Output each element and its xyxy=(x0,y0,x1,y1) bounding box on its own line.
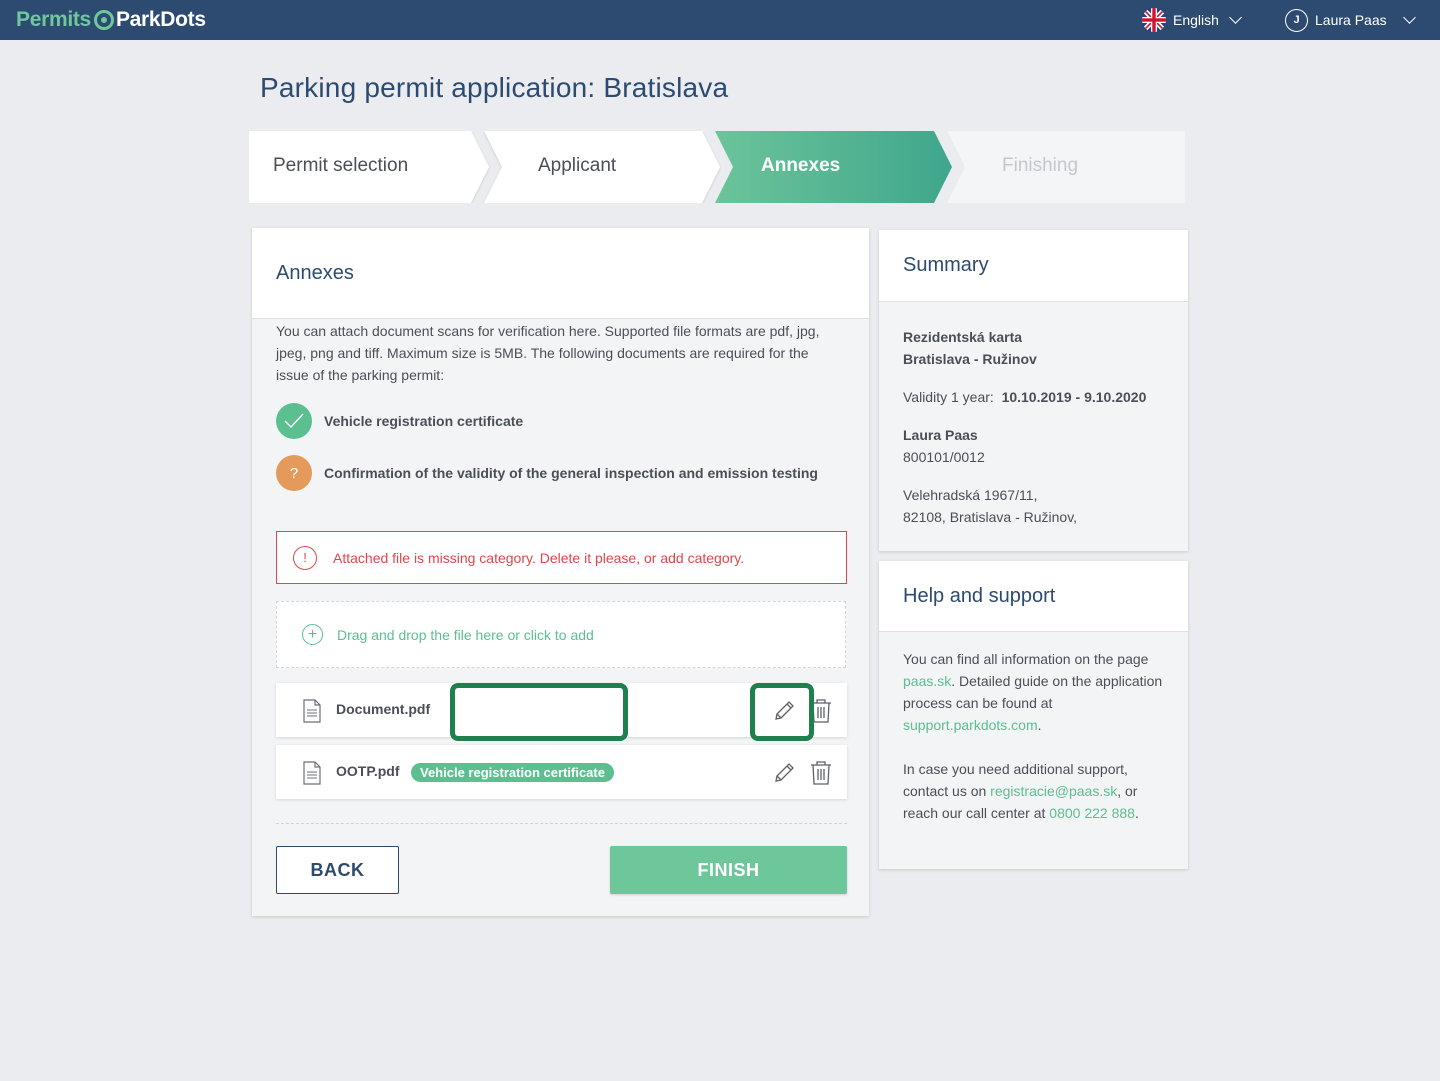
finish-button[interactable]: FINISH xyxy=(610,846,847,894)
pencil-icon[interactable] xyxy=(772,761,796,790)
chevron-down-icon xyxy=(1229,11,1242,24)
uk-flag-icon xyxy=(1142,8,1166,32)
email-link[interactable]: registracie@paas.sk xyxy=(990,783,1117,799)
document-icon xyxy=(303,699,321,728)
requirement-label: Vehicle registration certificate xyxy=(324,413,524,429)
question-icon: ? xyxy=(276,455,312,491)
user-name: Laura Paas xyxy=(1315,12,1387,28)
drop-zone-label: Drag and drop the file here or click to … xyxy=(337,626,594,643)
person-name: Laura Paas xyxy=(903,427,978,443)
edit-button-highlight[interactable] xyxy=(750,683,814,741)
language-label: English xyxy=(1173,12,1219,28)
validity-value: 10.10.2019 - 9.10.2020 xyxy=(1001,389,1147,405)
permit-zone: Bratislava - Ružinov xyxy=(903,351,1037,367)
help-text: You can find all information on the page xyxy=(903,651,1149,667)
error-message: Attached file is missing category. Delet… xyxy=(333,549,745,566)
annexes-title: Annexes xyxy=(252,228,869,319)
chevron-down-icon xyxy=(1402,11,1416,24)
error-alert: ! Attached file is missing category. Del… xyxy=(276,531,847,584)
help-paragraph-1: You can find all information on the page… xyxy=(903,648,1165,736)
validity-row: Validity 1 year: 10.10.2019 - 9.10.2020 xyxy=(903,386,1146,408)
help-text: . xyxy=(1037,717,1042,733)
file-name: Document.pdf xyxy=(336,701,431,717)
address-line-2: 82108, Bratislava - Ružinov, xyxy=(903,509,1078,525)
plus-circle-icon: + xyxy=(302,624,323,645)
permit-type: Rezidentská karta xyxy=(903,329,1023,345)
step-finishing: Finishing xyxy=(1002,155,1079,176)
category-tag: Vehicle registration certificate xyxy=(411,763,614,782)
file-row: OOTP.pdf Vehicle registration certificat… xyxy=(276,745,847,799)
category-input[interactable] xyxy=(450,683,628,741)
validity-label: Validity 1 year: xyxy=(903,389,994,405)
phone-link[interactable]: 0800 222 888 xyxy=(1049,805,1135,821)
requirement-label: Confirmation of the validity of the gene… xyxy=(324,465,818,481)
summary-title: Summary xyxy=(879,230,1188,302)
document-icon xyxy=(303,761,321,790)
logo-permits-text: Permits xyxy=(16,8,91,31)
divider xyxy=(276,823,847,824)
top-bar: Permits ParkDots English J Laura Paas xyxy=(0,0,1440,40)
paas-link[interactable]: paas.sk xyxy=(903,673,951,689)
progress-stepper: Permit selection Applicant Annexes Finis… xyxy=(249,131,1185,203)
avatar: J xyxy=(1285,8,1308,32)
requirement-item: ? Confirmation of the validity of the ge… xyxy=(276,455,824,491)
requirement-item: Vehicle registration certificate xyxy=(276,403,824,439)
user-menu[interactable]: J Laura Paas xyxy=(1285,8,1416,32)
help-paragraph-2: In case you need additional support, con… xyxy=(903,758,1165,824)
file-drop-zone[interactable]: + Drag and drop the file here or click t… xyxy=(276,601,846,668)
parkdots-logo[interactable]: Permits ParkDots xyxy=(16,7,206,33)
step-applicant[interactable]: Applicant xyxy=(538,155,616,177)
back-button[interactable]: BACK xyxy=(276,846,399,894)
logo-parkdots-text: ParkDots xyxy=(115,8,206,31)
language-selector[interactable]: English xyxy=(1142,8,1242,32)
help-card: Help and support You can find all inform… xyxy=(879,561,1188,869)
check-icon xyxy=(276,403,312,439)
person-id: 800101/0012 xyxy=(903,449,985,465)
alert-icon: ! xyxy=(293,545,317,570)
logo-dot-icon xyxy=(93,10,114,30)
step-permit-selection[interactable]: Permit selection xyxy=(273,155,408,177)
address-line-1: Velehradská 1967/11, xyxy=(903,487,1038,503)
help-text: . xyxy=(1134,805,1139,821)
trash-icon[interactable] xyxy=(809,760,833,791)
annexes-card: Annexes You can attach document scans fo… xyxy=(252,228,869,916)
summary-card: Summary Rezidentská karta Bratislava - R… xyxy=(879,230,1188,551)
file-name: OOTP.pdf xyxy=(336,763,400,779)
step-annexes: Annexes xyxy=(761,155,841,176)
page-title: Parking permit application: Bratislava xyxy=(260,72,729,103)
support-link[interactable]: support.parkdots.com xyxy=(903,717,1038,733)
annexes-intro: You can attach document scans for verifi… xyxy=(276,323,820,383)
help-title: Help and support xyxy=(879,561,1188,632)
